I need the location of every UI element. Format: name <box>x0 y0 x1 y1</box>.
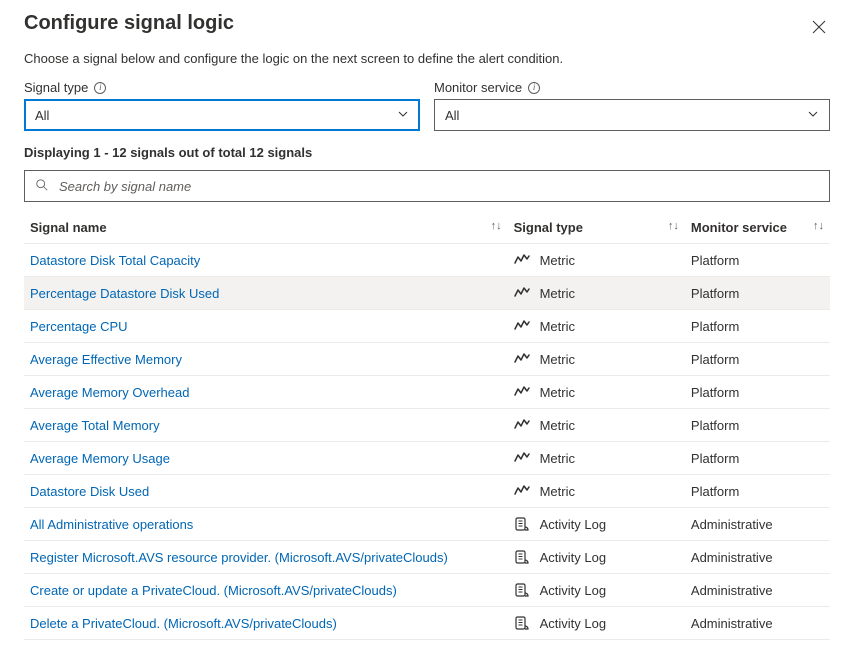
col-signal-type-label: Signal type <box>514 220 583 235</box>
table-row[interactable]: Datastore Disk Used Metric Platform <box>24 475 830 508</box>
monitor-service-value: Platform <box>685 343 830 376</box>
table-row[interactable]: Average Memory Usage Metric Platform <box>24 442 830 475</box>
col-signal-name[interactable]: Signal name ↑↓ <box>24 212 508 244</box>
metric-icon <box>514 318 530 334</box>
activity-log-icon <box>514 549 530 565</box>
signal-type-value: Metric <box>540 451 575 466</box>
signal-name-link[interactable]: All Administrative operations <box>30 517 193 532</box>
monitor-service-value: Platform <box>685 475 830 508</box>
table-row[interactable]: All Administrative operations Activity Lo… <box>24 508 830 541</box>
monitor-service-value: Administrative <box>685 607 830 640</box>
table-row[interactable]: Create or update a PrivateCloud. (Micros… <box>24 574 830 607</box>
sort-icon: ↑↓ <box>668 220 679 232</box>
activity-log-icon <box>514 582 530 598</box>
signal-name-link[interactable]: Average Memory Overhead <box>30 385 189 400</box>
info-icon[interactable]: i <box>94 82 106 94</box>
sort-icon: ↑↓ <box>813 220 824 232</box>
metric-icon <box>514 417 530 433</box>
signal-name-link[interactable]: Percentage CPU <box>30 319 128 334</box>
monitor-service-value: Platform <box>685 244 830 277</box>
search-icon <box>35 178 49 195</box>
col-monitor-service-label: Monitor service <box>691 220 787 235</box>
close-button[interactable] <box>808 16 830 42</box>
signal-type-value: Activity Log <box>540 550 606 565</box>
table-row[interactable]: Average Total Memory Metric Platform <box>24 409 830 442</box>
result-count: Displaying 1 - 12 signals out of total 1… <box>24 145 830 160</box>
table-row[interactable]: Percentage CPU Metric Platform <box>24 310 830 343</box>
signal-type-select[interactable]: All <box>24 99 420 131</box>
monitor-service-value: Platform <box>685 277 830 310</box>
metric-icon <box>514 483 530 499</box>
close-icon <box>812 20 826 34</box>
search-input[interactable] <box>57 178 819 195</box>
signal-type-value: Metric <box>540 319 575 334</box>
monitor-service-select[interactable]: All <box>434 99 830 131</box>
monitor-service-value: Platform <box>685 310 830 343</box>
activity-log-icon <box>514 615 530 631</box>
signal-type-value: Metric <box>540 253 575 268</box>
table-row[interactable]: Average Effective Memory Metric Platform <box>24 343 830 376</box>
table-row[interactable]: Average Memory Overhead Metric Platform <box>24 376 830 409</box>
monitor-service-value: Administrative <box>685 541 830 574</box>
panel-header: Configure signal logic <box>24 12 830 51</box>
signal-type-value: Activity Log <box>540 583 606 598</box>
monitor-service-filter: Monitor service i All <box>434 80 830 131</box>
table-row[interactable]: Datastore Disk Total Capacity Metric Platf… <box>24 244 830 277</box>
signal-name-link[interactable]: Average Memory Usage <box>30 451 170 466</box>
sort-icon: ↑↓ <box>491 220 502 232</box>
table-header-row: Signal name ↑↓ Signal type ↑↓ Monitor se… <box>24 212 830 244</box>
col-signal-type[interactable]: Signal type ↑↓ <box>508 212 685 244</box>
chevron-down-icon <box>397 108 409 123</box>
signal-type-value: Metric <box>540 418 575 433</box>
panel-description: Choose a signal below and configure the … <box>24 51 830 66</box>
table-row[interactable]: Percentage Datastore Disk Used Metric Plat… <box>24 277 830 310</box>
table-row[interactable]: Register Microsoft.AVS resource provider… <box>24 541 830 574</box>
signal-type-label: Signal type <box>24 80 88 95</box>
signal-type-value: Metric <box>540 484 575 499</box>
signal-type-value: Activity Log <box>540 517 606 532</box>
info-icon[interactable]: i <box>528 82 540 94</box>
signal-type-value: Metric <box>540 352 575 367</box>
signal-type-value: Metric <box>540 385 575 400</box>
filter-row: Signal type i All Monitor service i All <box>24 80 830 131</box>
monitor-service-value: Platform <box>685 442 830 475</box>
monitor-service-value: Platform <box>685 376 830 409</box>
monitor-service-value: Administrative <box>685 574 830 607</box>
signal-name-link[interactable]: Register Microsoft.AVS resource provider… <box>30 550 448 565</box>
signal-type-value: Activity Log <box>540 616 606 631</box>
configure-signal-panel: Configure signal logic Choose a signal b… <box>0 0 854 660</box>
signal-name-link[interactable]: Create or update a PrivateCloud. (Micros… <box>30 583 397 598</box>
table-row[interactable]: Delete a PrivateCloud. (Microsoft.AVS/pr… <box>24 607 830 640</box>
signal-name-link[interactable]: Average Effective Memory <box>30 352 182 367</box>
col-signal-name-label: Signal name <box>30 220 107 235</box>
monitor-service-value: Administrative <box>685 508 830 541</box>
signal-type-label-row: Signal type i <box>24 80 420 95</box>
monitor-service-label-row: Monitor service i <box>434 80 830 95</box>
monitor-service-label: Monitor service <box>434 80 522 95</box>
signal-name-link[interactable]: Average Total Memory <box>30 418 160 433</box>
monitor-service-value: Platform <box>685 409 830 442</box>
signal-type-value: All <box>35 108 49 123</box>
col-monitor-service[interactable]: Monitor service ↑↓ <box>685 212 830 244</box>
signal-type-filter: Signal type i All <box>24 80 420 131</box>
activity-log-icon <box>514 516 530 532</box>
search-box[interactable] <box>24 170 830 202</box>
signal-type-value: Metric <box>540 286 575 301</box>
metric-icon <box>514 285 530 301</box>
metric-icon <box>514 450 530 466</box>
metric-icon <box>514 384 530 400</box>
signal-name-link[interactable]: Datastore Disk Total Capacity <box>30 253 200 268</box>
signals-table: Signal name ↑↓ Signal type ↑↓ Monitor se… <box>24 212 830 640</box>
signal-name-link[interactable]: Percentage Datastore Disk Used <box>30 286 219 301</box>
signal-name-link[interactable]: Datastore Disk Used <box>30 484 149 499</box>
metric-icon <box>514 351 530 367</box>
chevron-down-icon <box>807 108 819 123</box>
monitor-service-value: All <box>445 108 459 123</box>
signal-name-link[interactable]: Delete a PrivateCloud. (Microsoft.AVS/pr… <box>30 616 337 631</box>
metric-icon <box>514 252 530 268</box>
panel-title: Configure signal logic <box>24 12 234 35</box>
